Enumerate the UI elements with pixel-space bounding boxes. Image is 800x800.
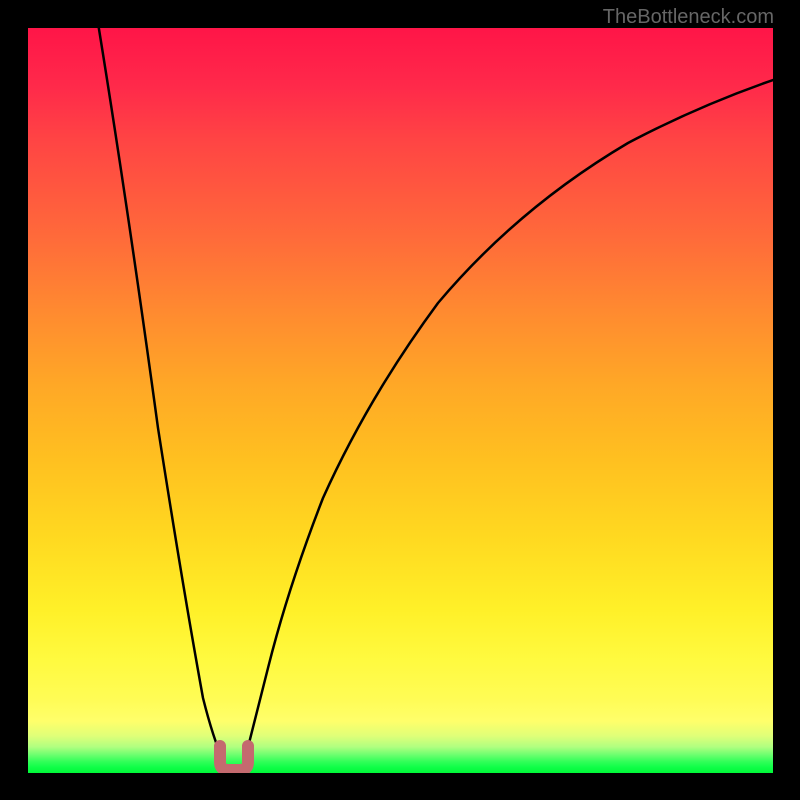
min-marker — [220, 746, 248, 770]
chart-container: TheBottleneck.com — [0, 0, 800, 800]
watermark-text: TheBottleneck.com — [603, 6, 774, 29]
curves-svg — [28, 28, 773, 773]
plot-area — [28, 28, 773, 773]
left-curve — [98, 28, 224, 763]
right-curve — [244, 80, 773, 763]
